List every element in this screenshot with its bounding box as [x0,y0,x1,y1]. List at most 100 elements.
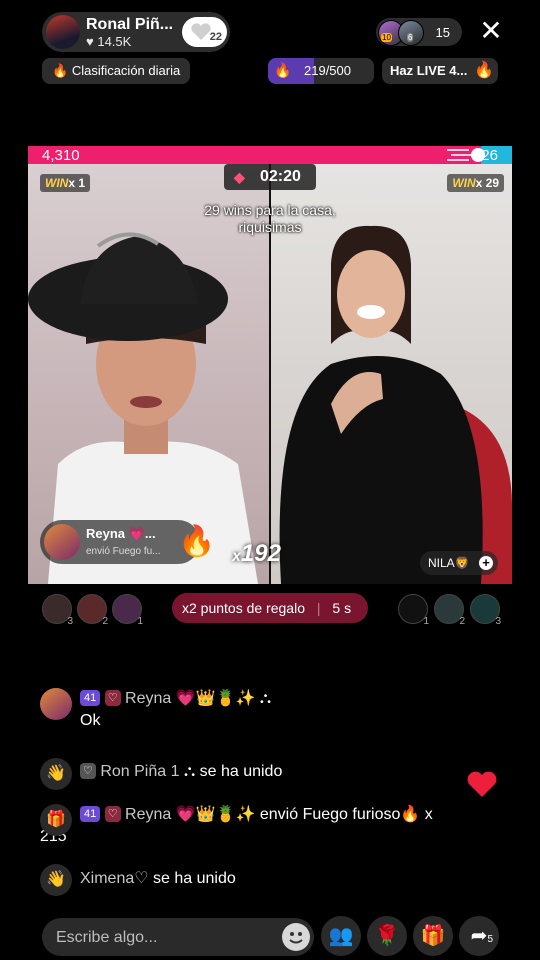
top-viewer-avatar[interactable]: 6 [398,20,424,46]
daily-ranking-label: Clasificación diaria [71,63,181,78]
gift-description: envió Fuego fu... [86,546,161,557]
share-icon: ➦ [470,925,488,947]
left-supporter-avatar[interactable]: 2 [77,594,108,627]
emoji-face-shape [289,932,303,944]
fire-gift-icon: 🔥 [178,525,216,558]
goal-progress-text: 219/500 [304,63,351,78]
gift-box-icon: 🎁 [40,804,72,836]
battle-timer: ◆ 02:20 [224,164,316,190]
left-team-score: 4,310 [42,147,80,164]
right-supporter-avatar[interactable]: 2 [434,594,465,627]
multiplier-label: x2 puntos de regalo [182,600,305,616]
close-icon[interactable]: ✕ [478,17,504,45]
host-info-pill[interactable]: Ronal Piñ... ♥ 14.5K 22 [42,12,230,52]
right-supporter-avatar[interactable]: 3 [470,594,501,627]
gift-combo-count: x192 [232,540,281,568]
supporter-rank: 1 [423,616,429,627]
live-goal-button[interactable]: Haz LIVE 4... 🔥 [382,58,498,84]
battle-score-bar: 4,310 26 [28,146,512,164]
viewer-rank-badge: 10 [381,33,392,42]
daily-ranking-button[interactable]: 🔥 Clasificación diaria [42,58,191,84]
rose-gift-button[interactable]: 🌹 [367,916,407,956]
gift-button[interactable]: 🎁 [413,916,453,956]
chat-text: Ok [80,712,101,729]
emoji-icon[interactable] [282,923,310,951]
wave-icon: 👋 [40,758,72,790]
fan-badge: ♡ [104,806,121,822]
share-button[interactable]: ➦ 5 [459,916,499,956]
chat-username[interactable]: Reyna 💗👑🍍✨ [125,690,255,707]
host-likes: ♥ 14.5K [86,34,131,49]
gift-toast: Reyna 💗... envió Fuego fu... [40,520,200,564]
fire-icon: 🔥 [52,63,69,78]
chat-message[interactable]: 41 ♡ Reyna 💗👑🍍✨ ⛬ Ok [40,688,510,732]
level-badge: 41 [80,690,101,706]
comment-input[interactable] [54,922,278,954]
gift-sender-avatar [44,524,80,560]
fan-badge: ♡ [80,763,96,779]
chat-username[interactable]: Reyna 💗👑🍍✨ [125,806,255,823]
left-supporter-avatar[interactable]: 3 [42,594,73,627]
host-likes-count: 14.5K [97,34,132,49]
comment-input-container[interactable] [42,918,314,956]
win-label: WIN [452,176,476,190]
wave-icon: 👋 [40,864,72,896]
heart-icon: ♥ [86,34,94,49]
win-count: x 1 [68,176,86,190]
flame-gift-icon: 🔥 [474,62,494,79]
subscriber-icon: ⛬ [183,763,196,780]
live-goal-label: Haz LIVE 4... [390,63,468,78]
goal-progress[interactable]: 🔥 219/500 [268,58,374,84]
win-label: WIN [45,176,69,190]
fan-badge: ♡ [104,690,121,706]
opponent-name: NILA🦁 [428,556,470,570]
join-text: se ha unido [153,870,236,887]
subscriber-icon: ⛬ [259,690,272,707]
battle-icon: ◆ [234,169,245,185]
fan-heart-icon [191,23,211,40]
chat-username[interactable]: Ximena♡ [80,870,149,887]
opponent-video-frame [279,225,512,584]
supporter-rank: 2 [102,616,108,627]
follow-count: 22 [209,31,222,43]
host-name: Ronal Piñ... [86,16,174,33]
score-spark-icon [446,148,485,162]
share-count: 5 [487,934,493,945]
gift-notice[interactable]: 🎁 41 ♡ Reyna 💗👑🍍✨ envió Fuego furioso🔥 x… [40,804,510,848]
join-notice: 👋 ♡ Ron Piña 1 ⛬ se ha unido [40,758,510,790]
win-count: x 29 [475,176,499,190]
flame-gift-icon: 🔥 [274,62,292,78]
gift-combo-prefix: x [232,548,241,565]
host-avatar[interactable] [46,15,80,49]
add-opponent-icon[interactable]: + [479,556,493,570]
chat-username[interactable]: Ron Piña 1 [100,763,179,780]
right-supporter-avatar[interactable]: 1 [398,594,429,627]
viewer-rank-badge: 6 [407,33,414,42]
guests-button[interactable]: 👥 [321,916,361,956]
supporter-rank: 3 [67,616,73,627]
chat-user-avatar[interactable] [40,688,72,720]
supporter-rank: 1 [137,616,143,627]
join-text: se ha unido [199,763,283,780]
left-win-streak: WINx 1 [40,174,91,192]
gift-text: envió Fuego furioso🔥 x [259,806,433,823]
gift-multiplier-banner: x2 puntos de regalo | 5 s [172,593,368,623]
gift-icon: 🎁 [420,925,446,947]
gift-sender-name: Reyna 💗... [86,526,156,541]
people-icon: 👥 [328,925,354,947]
level-badge: 41 [80,806,101,822]
join-notice: 👋 Ximena♡ se ha unido [40,864,510,896]
floating-heart-icon [467,771,497,797]
opponent-name-pill[interactable]: NILA🦁 + [420,551,498,575]
gift-count: 215 [40,828,67,845]
multiplier-seconds: 5 s [332,600,352,616]
supporter-rank: 2 [459,616,465,627]
follow-button[interactable]: 22 [182,17,227,47]
left-supporter-avatar[interactable]: 1 [112,594,143,627]
viewer-count: 15 [435,25,450,40]
left-team-score-fill [28,146,481,164]
gift-combo-number: 192 [240,540,281,567]
live-caption: 29 wins para la casa, riquisimas [204,202,336,235]
rose-icon: 🌹 [374,925,400,947]
viewers-pill[interactable]: 10 6 15 [376,18,462,46]
